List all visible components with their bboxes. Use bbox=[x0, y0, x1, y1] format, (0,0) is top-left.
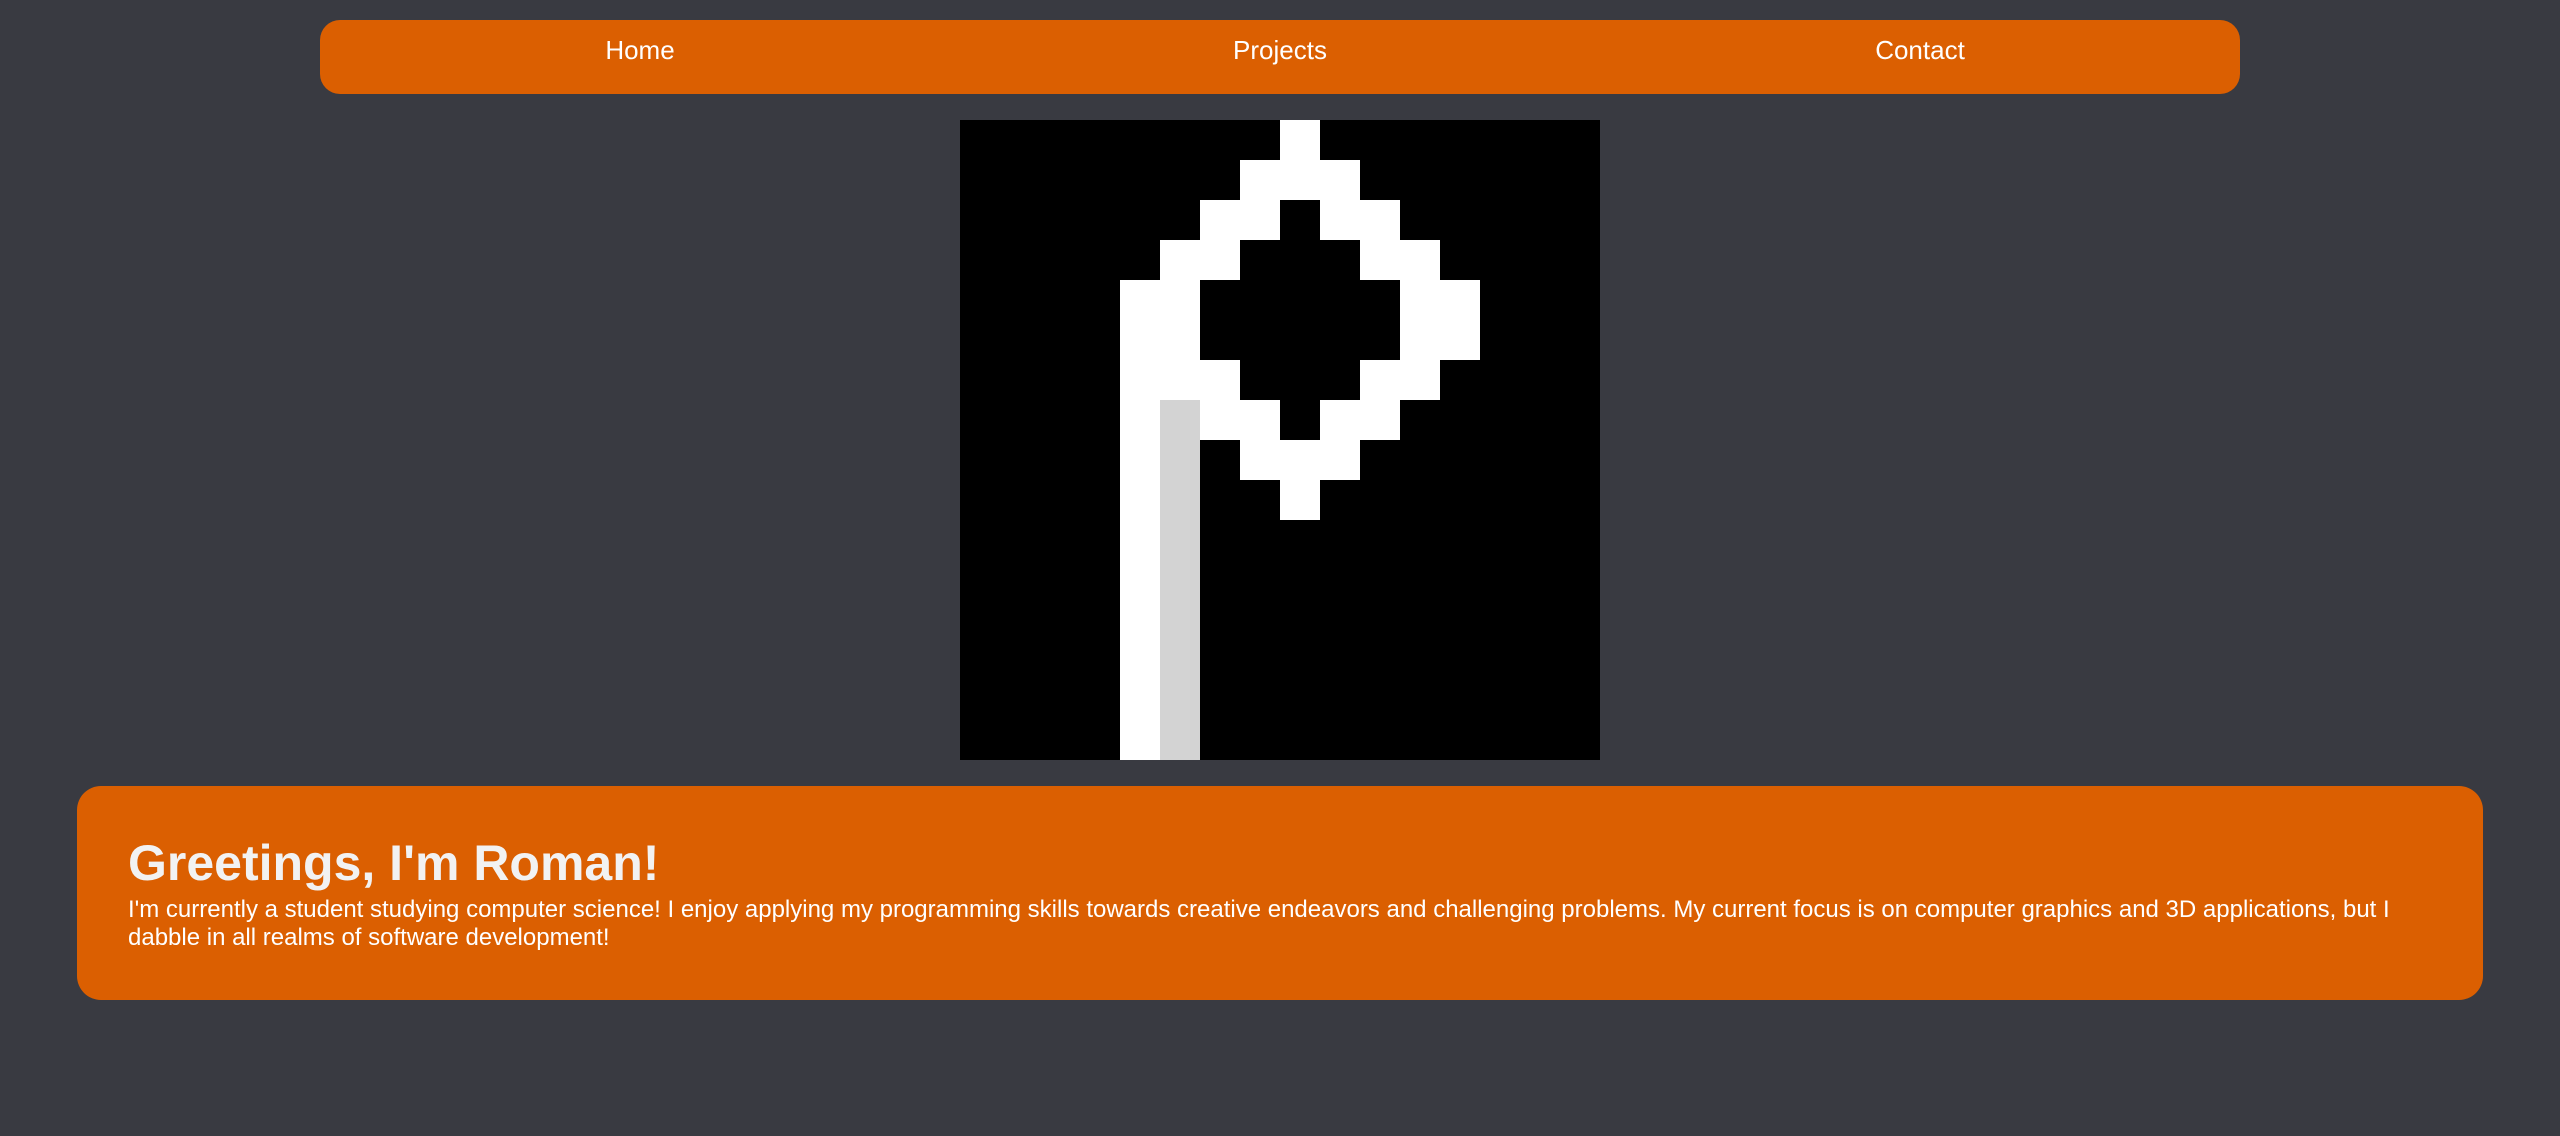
pixel-logo-image bbox=[960, 120, 1600, 760]
intro-body-text: I'm currently a student studying compute… bbox=[128, 896, 2390, 951]
intro-heading: Greetings, I'm Roman! bbox=[128, 835, 660, 891]
intro-card: Greetings, I'm Roman! I'm currently a st… bbox=[77, 786, 2483, 1000]
nav-home-link[interactable]: Home bbox=[320, 20, 960, 94]
pixel-letter-p-logo-icon bbox=[960, 120, 1600, 760]
nav-projects-link[interactable]: Projects bbox=[960, 20, 1600, 94]
nav-contact-link[interactable]: Contact bbox=[1600, 20, 2240, 94]
top-nav: Home Projects Contact bbox=[320, 20, 2240, 94]
